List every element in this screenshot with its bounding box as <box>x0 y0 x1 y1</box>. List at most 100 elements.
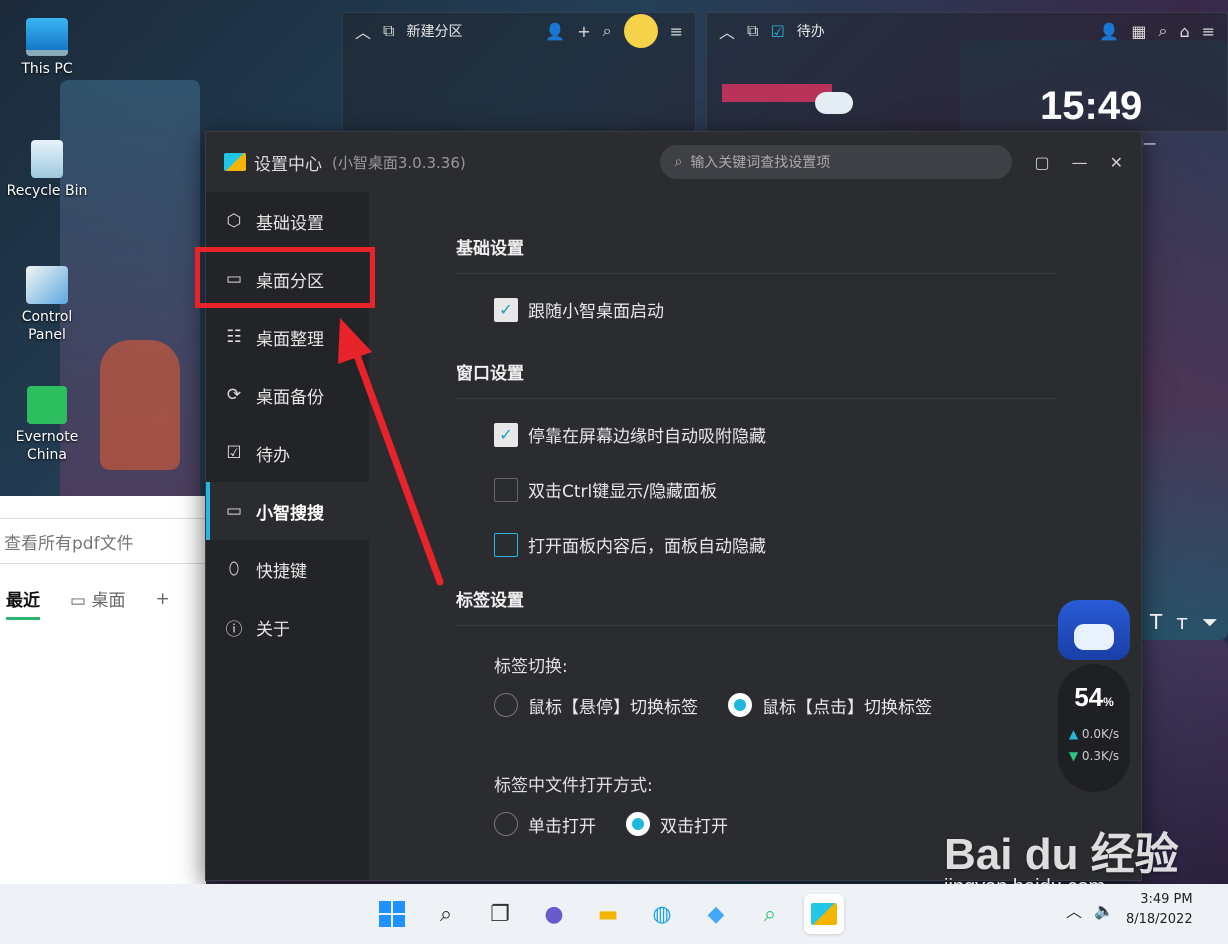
collapse-icon[interactable]: ︿ <box>719 19 735 43</box>
sidebar-item-about[interactable]: ⓘ 关于 <box>206 598 369 656</box>
usage-gauge: 54% ▲ 0.0K/s ▼ 0.3K/s <box>1058 664 1130 792</box>
option-double-ctrl[interactable]: 双击Ctrl键显示/隐藏面板 <box>456 462 1056 517</box>
hexagon-settings-icon: ⬡ <box>226 211 242 231</box>
search-app-icon[interactable]: ⌕ <box>750 894 790 934</box>
radio-label: 鼠标【悬停】切换标签 <box>528 697 698 718</box>
window-titlebar: 设置中心 (小智桌面3.0.3.36) ⌕ 输入关键词查找设置项 ▢ — ✕ <box>206 132 1141 192</box>
sidebar-item-basic[interactable]: ⬡ 基础设置 <box>206 192 369 250</box>
file-explorer-icon[interactable]: ▬ <box>588 894 628 934</box>
wallpaper-hand-sign <box>100 340 180 470</box>
sidebar-item-search[interactable]: ▭ 小智搜搜 <box>206 482 369 540</box>
font-filter-icons: Tт⏷ <box>1150 610 1228 634</box>
app-diamond-icon[interactable]: ◆ <box>696 894 736 934</box>
file-search-input[interactable]: 查看所有pdf文件 <box>0 518 206 564</box>
search-placeholder: 查看所有pdf文件 <box>4 533 134 554</box>
minimize-icon[interactable]: — <box>1072 153 1088 172</box>
radio-circle[interactable] <box>494 812 518 836</box>
user-icon[interactable]: 👤 <box>545 22 565 41</box>
desktop-icon-recycle-bin[interactable]: Recycle Bin <box>2 140 92 200</box>
sidebar-item-label: 快捷键 <box>256 561 307 582</box>
system-tray: ︿ 🔈 3:49 PM 8/18/2022 <box>1066 890 1193 930</box>
menu-icon[interactable]: ≡ <box>1202 22 1215 41</box>
start-button[interactable] <box>372 894 412 934</box>
task-view-icon[interactable]: ❐ <box>480 894 520 934</box>
sidebar-item-todo[interactable]: ☑ 待办 <box>206 424 369 482</box>
taskbar-time: 3:49 PM <box>1140 892 1193 907</box>
annotation-highlight-box <box>195 247 375 308</box>
tab-recent[interactable]: 最近 <box>6 586 40 620</box>
sidebar-item-shortcuts[interactable]: ⬯ 快捷键 <box>206 540 369 598</box>
computer-icon <box>26 18 68 56</box>
chat-icon[interactable]: ● <box>534 894 574 934</box>
tab-switch-radio-group: 鼠标【悬停】切换标签 鼠标【点击】切换标签 <box>456 685 1056 725</box>
weather-cloud-icon <box>815 92 853 114</box>
window-controls: ▢ — ✕ <box>1034 153 1123 172</box>
filter-icon[interactable]: ⏷ <box>1202 610 1228 634</box>
option-autostart[interactable]: ✓ 跟随小智桌面启动 <box>456 282 1056 337</box>
close-icon[interactable]: ✕ <box>1110 153 1123 172</box>
todo-check-icon: ☑ <box>770 21 785 41</box>
volume-icon[interactable]: 🔈 <box>1094 901 1114 920</box>
sidebar-item-desktop-organize[interactable]: ☷ 桌面整理 <box>206 308 369 366</box>
panel-tabs: 最近 ▭ 桌面 + <box>0 564 206 620</box>
font-size-icon[interactable]: Tт <box>1150 610 1202 634</box>
section-tabs-title: 标签设置 <box>456 572 1056 626</box>
user-icon[interactable]: 👤 <box>1099 22 1119 41</box>
window-icon: ▭ <box>225 501 243 521</box>
auto-hide-after-open-checkbox[interactable] <box>494 532 518 557</box>
search-panel: 查看所有pdf文件 最近 ▭ 桌面 + <box>0 496 206 884</box>
menu-icon[interactable]: ≡ <box>670 22 683 41</box>
search-icon[interactable]: ⌕ <box>1158 21 1167 41</box>
download-speed: 0.3 <box>1081 749 1101 763</box>
settings-window: 设置中心 (小智桌面3.0.3.36) ⌕ 输入关键词查找设置项 ▢ — ✕ ⬡… <box>205 131 1142 881</box>
fence-title[interactable]: 待办 <box>797 21 825 41</box>
desktop-icon-this-pc[interactable]: This PC <box>2 18 92 78</box>
plus-icon[interactable]: + <box>577 22 590 41</box>
edge-browser-icon[interactable]: ◍ <box>642 894 682 934</box>
radio-circle[interactable] <box>494 693 518 717</box>
desktop-icon-evernote[interactable]: Evernote China <box>2 386 92 464</box>
option-auto-hide-after-open[interactable]: 打开面板内容后，面板自动隐藏 <box>456 517 1056 572</box>
option-label: 打开面板内容后，面板自动隐藏 <box>528 537 766 557</box>
add-tab-button[interactable]: + <box>155 589 169 618</box>
xiaozhi-desktop-icon[interactable] <box>804 894 844 934</box>
fence-title[interactable]: 新建分区 <box>406 21 462 41</box>
feedback-icon[interactable]: ▢ <box>1034 153 1049 172</box>
mascot-icon <box>623 14 658 48</box>
settings-content: 基础设置 ✓ 跟随小智桌面启动 窗口设置 ✓ 停靠在屏幕边缘时自动吸附隐藏 双击… <box>456 192 1056 844</box>
shirt-icon[interactable]: ⌂ <box>1179 22 1189 41</box>
tab-desktop-label: 桌面 <box>91 591 126 611</box>
collapse-icon[interactable]: ︿ <box>355 19 371 43</box>
section-basic-title: 基础设置 <box>456 192 1056 274</box>
double-ctrl-checkbox[interactable] <box>494 477 518 502</box>
radio-click-switch[interactable]: 鼠标【点击】切换标签 <box>728 693 932 718</box>
chevron-up-icon[interactable]: ︿ <box>1066 898 1082 922</box>
sidebar-item-desktop-backup[interactable]: ⟳ 桌面备份 <box>206 366 369 424</box>
baidu-watermark: Bai du 经验 <box>944 830 1179 879</box>
taskbar-clock[interactable]: 3:49 PM 8/18/2022 <box>1126 890 1193 930</box>
radio-hover-switch[interactable]: 鼠标【悬停】切换标签 <box>494 693 698 718</box>
mouse-icon: ⬯ <box>228 559 240 579</box>
desktop-fence-new-partition: ︿ ⧉ 新建分区 👤 + ⌕ ≡ <box>342 12 696 132</box>
option-auto-hide-edge[interactable]: ✓ 停靠在屏幕边缘时自动吸附隐藏 <box>456 407 1056 462</box>
desktop-icon-label: Control Panel <box>21 309 73 343</box>
fence-toolbar: ︿ ⧉ ☑ 待办 👤 ▦ ⌕ ⌂ ≡ <box>707 13 1227 49</box>
fence-icon: ⧉ <box>383 21 395 40</box>
upload-arrow-icon: ▲ <box>1068 727 1079 741</box>
radio-label: 单击打开 <box>528 816 596 837</box>
autostart-checkbox[interactable]: ✓ <box>494 297 518 322</box>
fence-icon: ⧉ <box>747 21 759 40</box>
tab-desktop[interactable]: ▭ 桌面 <box>70 586 125 620</box>
calendar-icon[interactable]: ▦ <box>1131 22 1146 41</box>
radio-single-click[interactable]: 单击打开 <box>494 812 596 837</box>
radio-circle[interactable] <box>626 812 650 836</box>
auto-hide-edge-checkbox[interactable]: ✓ <box>494 422 518 447</box>
radio-label: 双击打开 <box>660 816 728 837</box>
radio-double-click[interactable]: 双击打开 <box>626 812 728 837</box>
search-icon[interactable]: ⌕ <box>426 894 466 934</box>
search-icon[interactable]: ⌕ <box>603 21 612 41</box>
radio-circle[interactable] <box>728 693 752 717</box>
desktop-icon-control-panel[interactable]: Control Panel <box>2 266 92 344</box>
system-monitor-widget[interactable]: 54% ▲ 0.0K/s ▼ 0.3K/s <box>1058 600 1130 792</box>
settings-search-input[interactable]: ⌕ 输入关键词查找设置项 <box>660 145 1013 179</box>
